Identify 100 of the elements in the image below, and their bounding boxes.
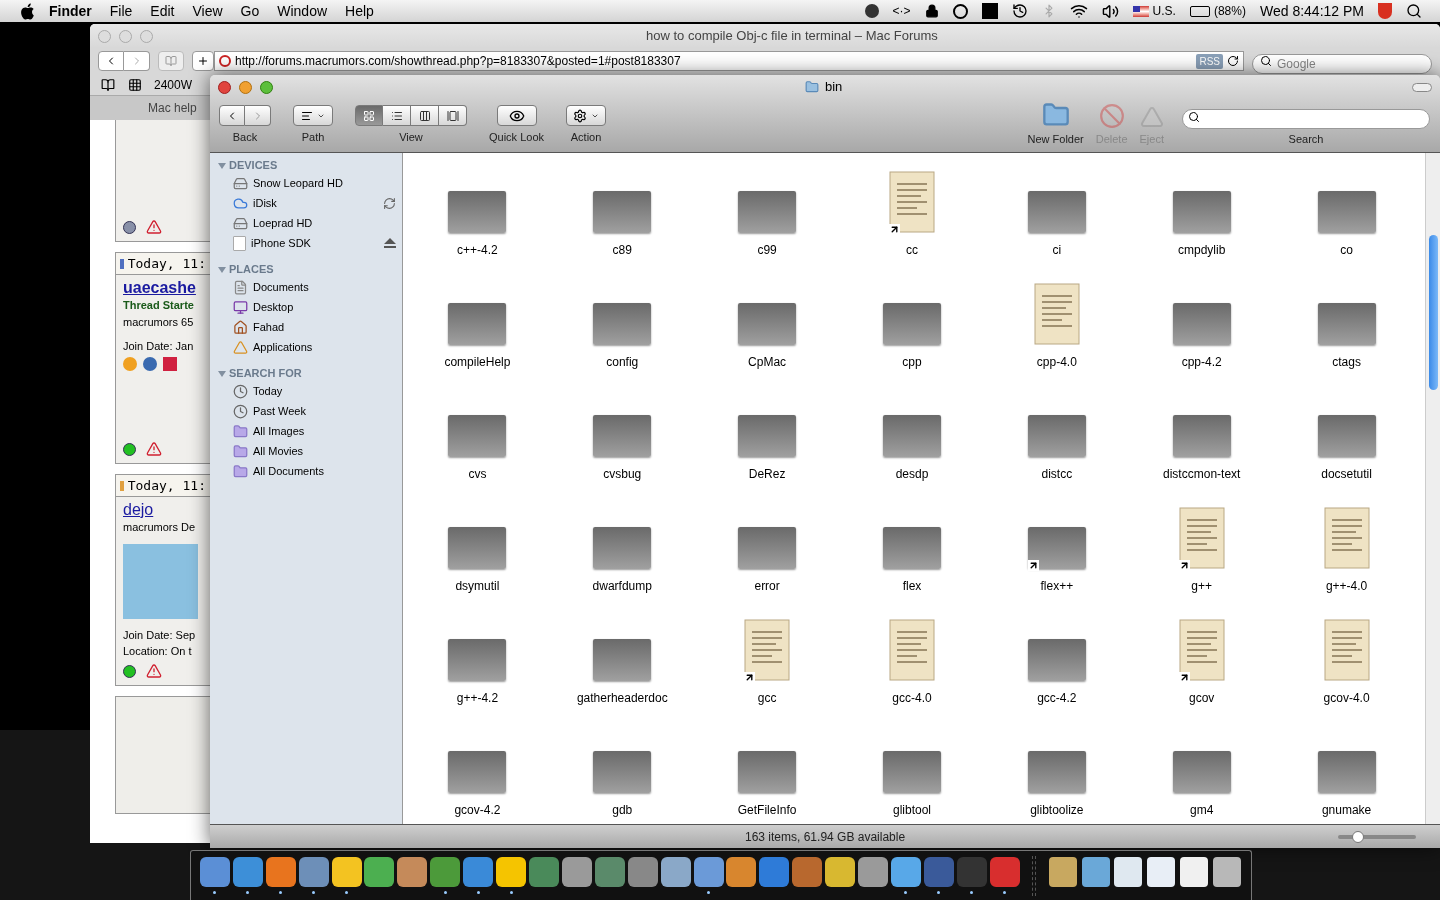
app-icon[interactable] (660, 857, 691, 887)
app-icon[interactable] (364, 857, 395, 887)
sidebar-item[interactable]: Documents (210, 277, 402, 297)
menu-item[interactable]: Edit (150, 0, 175, 22)
app-icon[interactable] (627, 857, 658, 887)
sidebar-item[interactable]: iPhone SDK (210, 233, 402, 253)
warning-icon[interactable] (146, 663, 162, 679)
view-mode-button[interactable] (383, 105, 411, 126)
bookmark-link[interactable]: 2400W (154, 75, 193, 94)
sidebar-item[interactable]: All Documents (210, 461, 402, 481)
browser-tab[interactable]: Mac help (148, 99, 197, 117)
scroll-bar[interactable] (1425, 153, 1440, 824)
status-icon[interactable] (864, 4, 879, 18)
grid-entry[interactable]: config (593, 281, 652, 371)
grid-entry[interactable]: DeRez (738, 393, 797, 483)
grid-entry[interactable]: cvs (448, 393, 507, 483)
grid-entry[interactable]: gatherheaderdoc (576, 617, 668, 707)
sidebar-item[interactable]: Snow Leopard HD (210, 173, 402, 193)
reload-icon[interactable] (1227, 55, 1239, 67)
menu-item[interactable]: Help (345, 0, 374, 22)
volume-icon[interactable] (1101, 2, 1119, 20)
grid-entry[interactable]: ci (1027, 169, 1086, 259)
grid-entry[interactable]: cmpdylib (1172, 169, 1231, 259)
apple-icon[interactable] (20, 2, 35, 20)
close-button[interactable] (218, 80, 231, 94)
action-button[interactable] (566, 105, 607, 126)
app-icon[interactable] (265, 857, 296, 887)
back-button[interactable] (98, 51, 124, 71)
warning-icon[interactable] (146, 219, 162, 235)
search-field[interactable]: Google (1252, 54, 1432, 74)
grid-entry[interactable]: c89 (593, 169, 652, 259)
sidebar-item[interactable]: Past Week (210, 401, 402, 421)
grid-entry[interactable]: gcov-4.2 (448, 729, 507, 819)
app-icon[interactable] (397, 857, 428, 887)
grid-entry[interactable]: GetFileInfo (737, 729, 797, 819)
sidebar-item[interactable]: All Images (210, 421, 402, 441)
grid-entry[interactable]: CpMac (738, 281, 797, 371)
dock-stack-icon[interactable] (1048, 857, 1077, 887)
grid-entry[interactable]: distcc (1027, 393, 1086, 483)
grid-entry[interactable]: gm4 (1172, 729, 1231, 819)
app-icon[interactable] (891, 857, 921, 887)
menu-item[interactable]: File (109, 0, 133, 22)
grid-entry[interactable]: gdb (593, 729, 652, 819)
menu-item[interactable]: View (192, 0, 223, 22)
grid-entry[interactable]: ctags (1317, 281, 1376, 371)
sidebar-item[interactable]: Desktop (210, 297, 402, 317)
grid-entry[interactable]: dsymutil (448, 505, 507, 595)
sidebar-item[interactable]: Loeprad HD (210, 213, 402, 233)
dock-stack-icon[interactable] (1114, 857, 1143, 887)
app-icon[interactable] (496, 857, 527, 887)
lock-icon[interactable] (924, 4, 939, 18)
grid-entry[interactable]: flex (883, 505, 941, 595)
grid-entry[interactable]: gcov-4.0 (1323, 617, 1370, 707)
grid-entry[interactable]: error (738, 505, 797, 595)
eject-icon[interactable] (384, 238, 396, 248)
disclosure-triangle-icon[interactable] (218, 265, 226, 274)
grid-entry[interactable]: gcc (744, 617, 791, 707)
accessibility-icon[interactable] (952, 3, 968, 19)
menu-item[interactable]: Go (240, 0, 260, 22)
sidebar-item[interactable]: iDisk (210, 193, 402, 213)
grid-entry[interactable]: cvsbug (593, 393, 652, 483)
address-field[interactable]: http://forums.macrumors.com/showthread.php?p=8183307&posted=1#post8183307 RSS (214, 51, 1244, 71)
toolbar-toggle-button[interactable] (1412, 82, 1432, 92)
app-icon[interactable] (825, 857, 856, 887)
forward-button[interactable] (245, 105, 271, 126)
sidebar-item[interactable]: All Movies (210, 441, 402, 461)
grid-entry[interactable]: gnumake (1317, 729, 1376, 819)
sidebar-item[interactable]: Fahad (210, 317, 402, 337)
grid-entry[interactable]: desdp (883, 393, 941, 483)
app-icon[interactable] (726, 857, 757, 887)
grid-entry[interactable]: g++ (1178, 505, 1225, 595)
username-link[interactable]: uaecashe (123, 279, 196, 297)
grid-entry[interactable]: gcc-4.0 (889, 617, 935, 707)
grid-entry[interactable]: flex++ (1027, 505, 1086, 595)
dock-stack-icon[interactable] (1180, 857, 1209, 887)
wifi-icon[interactable] (1069, 2, 1088, 20)
search-field[interactable] (1182, 109, 1430, 129)
app-icon[interactable] (463, 857, 494, 887)
zoom-button[interactable] (260, 80, 273, 94)
messenger-icon[interactable] (163, 356, 177, 371)
app-icon[interactable] (430, 857, 461, 887)
menu-extra[interactable]: <·> (892, 2, 911, 20)
input-source[interactable]: U.S. (1152, 2, 1176, 20)
disclosure-triangle-icon[interactable] (218, 369, 226, 378)
sidebar-item[interactable]: Applications (210, 337, 402, 357)
path-button[interactable] (293, 105, 333, 126)
grid-entry[interactable]: cpp (883, 281, 941, 371)
grid-entry[interactable]: distccmon-text (1163, 393, 1241, 483)
grid-entry[interactable]: c99 (738, 169, 797, 259)
app-icon[interactable] (232, 857, 263, 887)
grid-entry[interactable]: cpp-4.0 (1033, 281, 1080, 371)
grid-entry[interactable]: cc (889, 169, 935, 259)
icon-size-slider[interactable] (1338, 830, 1416, 843)
grid-entry[interactable]: compileHelp (444, 281, 511, 371)
book-icon[interactable] (100, 77, 116, 92)
app-icon[interactable] (561, 857, 592, 887)
sidebar-item[interactable]: Today (210, 381, 402, 401)
grid-entry[interactable]: g++-4.0 (1323, 505, 1370, 595)
menu-app-name[interactable]: Finder (49, 0, 92, 22)
menu-clock[interactable]: Wed 8:44:12 PM (1259, 0, 1364, 22)
